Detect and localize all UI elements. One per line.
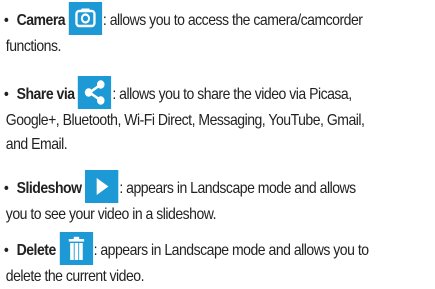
description-share-via-continued: Google+, Bluetooth, Wi-Fi Direct, Messag… <box>5 112 365 129</box>
term-delete: Delete <box>16 242 57 259</box>
term-share-via: Share via <box>16 86 75 103</box>
description-slideshow-continued: you to see your video in a slideshow. <box>5 206 217 223</box>
term-camera: Camera <box>16 12 66 29</box>
description-share-via-continued-2: and Email. <box>5 136 68 153</box>
description-delete-continued: delete the current video. <box>5 268 145 285</box>
description-camera-continued: functions. <box>5 38 62 55</box>
list-item-delete: • Delete : appears in Landscape mode and a… <box>4 232 389 289</box>
option-list: • Camera : allows you to access the camera… <box>0 0 435 289</box>
term-slideshow: Slideshow <box>16 180 82 197</box>
description-camera: : allows you to access the camera/camcor… <box>102 12 363 29</box>
bullet: • <box>4 86 9 103</box>
trash-icon <box>59 232 93 265</box>
description-share-via: : allows you to share the video via Pica… <box>112 86 352 103</box>
list-item-share-via: • Share via : allows you to share the vide… <box>4 76 389 157</box>
bullet: • <box>4 12 9 29</box>
share-icon <box>78 76 112 109</box>
list-item-slideshow: • Slideshow : appears in Landscape mode an… <box>4 170 389 227</box>
bullet: • <box>4 242 9 259</box>
bullet: • <box>4 180 9 197</box>
description-delete: : appears in Landscape mode and allows y… <box>93 242 369 259</box>
list-item-camera: • Camera : allows you to access the camera… <box>4 2 389 59</box>
description-slideshow: : appears in Landscape mode and allows <box>119 180 356 197</box>
play-icon <box>85 170 119 203</box>
camera-switch-icon <box>68 2 103 35</box>
